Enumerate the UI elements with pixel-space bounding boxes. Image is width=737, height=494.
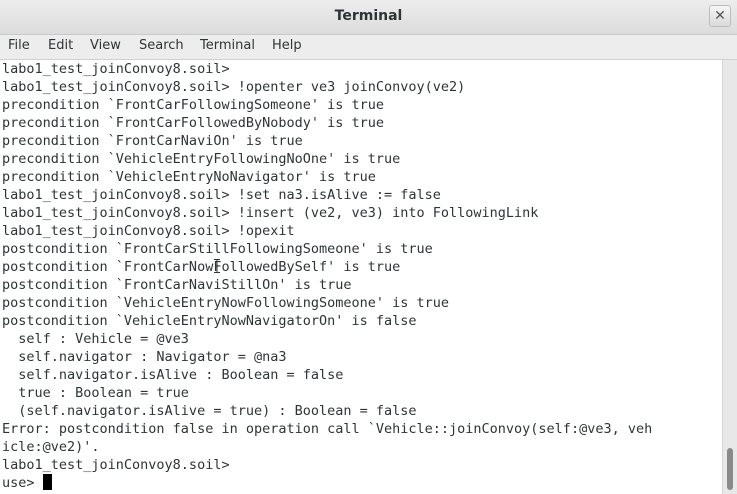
menu-terminal[interactable]: Terminal bbox=[200, 38, 255, 53]
scrollbar-thumb[interactable] bbox=[727, 448, 733, 490]
terminal-line: true : Boolean = true bbox=[2, 385, 189, 401]
terminal-line: precondition `FrontCarNaviOn' is true bbox=[2, 133, 303, 149]
terminal-line: self.navigator.isAlive : Boolean = false bbox=[2, 367, 344, 383]
terminal-line: postcondition `FrontCarNowFollowedBySelf… bbox=[2, 259, 401, 275]
prompt-line[interactable]: use> bbox=[2, 474, 52, 492]
terminal-line: labo1_test_joinConvoy8.soil> bbox=[2, 61, 230, 77]
terminal-line: labo1_test_joinConvoy8.soil> !openter ve… bbox=[2, 79, 466, 95]
terminal-line: postcondition `FrontCarStillFollowingSom… bbox=[2, 241, 433, 257]
terminal-line: Error: postcondition false in operation … bbox=[2, 421, 653, 437]
terminal-line: self : Vehicle = @ve3 bbox=[2, 331, 189, 347]
vertical-scrollbar[interactable] bbox=[722, 60, 737, 494]
menu-view[interactable]: View bbox=[90, 38, 121, 53]
text-cursor bbox=[42, 474, 52, 490]
close-button[interactable]: ✕ bbox=[709, 5, 731, 27]
terminal-window: Terminal ✕ File Edit View Search Termina… bbox=[0, 0, 737, 494]
menu-help[interactable]: Help bbox=[272, 38, 302, 53]
terminal-line: precondition `VehicleEntryFollowingNoOne… bbox=[2, 151, 401, 167]
terminal-line: precondition `FrontCarFollowingSomeone' … bbox=[2, 97, 385, 113]
terminal-line: postcondition `FrontCarNaviStillOn' is t… bbox=[2, 277, 352, 293]
terminal-line: labo1_test_joinConvoy8.soil> bbox=[2, 457, 230, 473]
terminal-line: labo1_test_joinConvoy8.soil> !opexit bbox=[2, 223, 295, 239]
ibeam-cursor-icon bbox=[214, 259, 220, 273]
menu-file[interactable]: File bbox=[8, 38, 30, 53]
prompt-text: use> bbox=[2, 475, 43, 491]
terminal-line: labo1_test_joinConvoy8.soil> !insert (ve… bbox=[2, 205, 539, 221]
menu-search[interactable]: Search bbox=[139, 38, 184, 53]
terminal-line: icle:@ve2)'. bbox=[2, 439, 100, 455]
menu-edit[interactable]: Edit bbox=[48, 38, 73, 53]
terminal-line: precondition `VehicleEntryNoNavigator' i… bbox=[2, 169, 376, 185]
terminal-line: (self.navigator.isAlive = true) : Boolea… bbox=[2, 403, 417, 419]
close-icon: ✕ bbox=[714, 8, 726, 24]
terminal-output[interactable]: labo1_test_joinConvoy8.soil> labo1_test_… bbox=[0, 60, 722, 494]
menu-bar: File Edit View Search Terminal Help bbox=[0, 35, 737, 60]
terminal-line: labo1_test_joinConvoy8.soil> !set na3.is… bbox=[2, 187, 441, 203]
terminal-line: postcondition `VehicleEntryNowNavigatorO… bbox=[2, 313, 417, 329]
terminal-line: self.navigator : Navigator = @na3 bbox=[2, 349, 287, 365]
window-title: Terminal bbox=[334, 8, 403, 24]
terminal-line: postcondition `VehicleEntryNowFollowingS… bbox=[2, 295, 450, 311]
title-bar[interactable]: Terminal ✕ bbox=[0, 0, 737, 35]
terminal-line: precondition `FrontCarFollowedByNobody' … bbox=[2, 115, 385, 131]
